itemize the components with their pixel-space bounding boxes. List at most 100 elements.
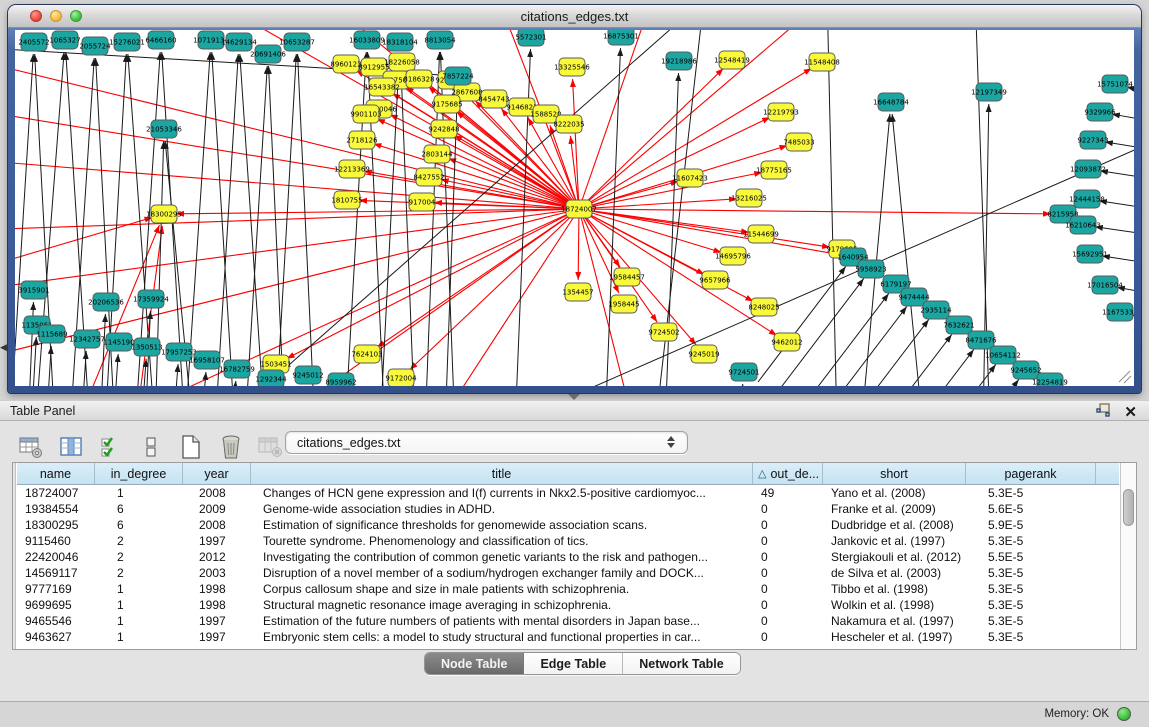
graph-node-label: 7485033 <box>783 139 814 147</box>
graph-node-label: 18724007 <box>561 206 597 214</box>
citation-edge-black[interactable] <box>201 372 206 386</box>
column-header-year[interactable]: year <box>183 463 251 484</box>
citation-edge-red[interactable] <box>573 79 579 209</box>
tab-network-table[interactable]: Network Table <box>623 653 740 674</box>
cell-pagerank: 5.3E-5 <box>966 534 1096 548</box>
citation-edge-red[interactable] <box>435 209 579 386</box>
citation-edge-black[interactable] <box>173 364 178 386</box>
citation-edge-black[interactable] <box>400 54 415 386</box>
citation-edge-red[interactable] <box>15 209 579 290</box>
citation-edge-black[interactable] <box>758 267 846 382</box>
table-row[interactable]: 1938455462009Genome-wide association stu… <box>17 501 1119 517</box>
table-row[interactable]: 911546021997Tourette syndrome. Phenomeno… <box>17 533 1119 549</box>
citation-edge-red[interactable] <box>578 209 579 280</box>
graph-node-label: 16543382 <box>364 84 400 92</box>
citation-edge-black[interactable] <box>28 302 33 386</box>
table-settings-icon[interactable] <box>18 434 44 460</box>
cell-in_degree: 1 <box>95 614 183 628</box>
cell-out_de: 0 <box>753 582 823 596</box>
column-header-out_de[interactable]: △out_de... <box>753 463 823 484</box>
graph-node-label: 10654112 <box>985 352 1021 360</box>
table-row[interactable]: 946362711997Embryonic stem cells: a mode… <box>17 629 1119 645</box>
graph-node-label: 9245019 <box>688 351 719 359</box>
column-header-title[interactable]: title <box>251 463 753 484</box>
table-row[interactable]: 2242004622012Investigating the contribut… <box>17 549 1119 565</box>
table-row[interactable]: 977716911998Corpus callosum shape and si… <box>17 581 1119 597</box>
cell-pagerank: 5.9E-5 <box>966 518 1096 532</box>
table-row[interactable]: 946554611997Estimation of the future num… <box>17 613 1119 629</box>
graph-node-label: 14629134 <box>221 39 257 47</box>
citation-edge-black[interactable] <box>819 307 907 386</box>
float-panel-icon[interactable] <box>1096 403 1111 422</box>
delete-table-icon[interactable] <box>218 434 244 460</box>
column-settings-icon[interactable] <box>58 434 84 460</box>
vertical-scrollbar[interactable] <box>1120 463 1136 649</box>
table-header-row: namein_degreeyeartitle△out_de...shortpag… <box>17 463 1119 485</box>
network-canvas[interactable]: 1872400789601238912955182260589127502818… <box>15 30 1134 386</box>
cell-title: Changes of HCN gene expression and I(f) … <box>251 486 753 500</box>
table-source-value: citations_edges.txt <box>297 436 401 450</box>
close-panel-icon[interactable]: ✕ <box>1124 405 1137 421</box>
citation-edge-black[interactable] <box>113 354 118 386</box>
citation-edge-black[interactable] <box>892 114 923 386</box>
citation-edge-black[interactable] <box>215 54 238 386</box>
citation-edge-black[interactable] <box>345 52 366 386</box>
citation-edge-black[interactable] <box>46 346 51 386</box>
citation-edge-black[interactable] <box>185 52 210 386</box>
table-row[interactable]: 969969511998Structural magnetic resonanc… <box>17 597 1119 613</box>
citation-edge-black[interactable] <box>81 351 86 386</box>
graph-node-label: 19584457 <box>609 274 645 282</box>
scrollbar-thumb[interactable] <box>1123 489 1134 526</box>
cell-pagerank: 5.3E-5 <box>966 582 1096 596</box>
column-header-pagerank[interactable]: pagerank <box>966 463 1096 484</box>
table-source-select[interactable]: citations_edges.txt <box>285 431 688 454</box>
citation-edge-black[interactable] <box>15 54 33 386</box>
cell-pagerank: 5.6E-5 <box>966 502 1096 516</box>
citation-network-graph[interactable]: 1872400789601238912955182260589127502818… <box>15 30 1134 386</box>
citation-edge-black[interactable] <box>269 66 285 386</box>
column-header-short[interactable]: short <box>823 463 966 484</box>
citation-edge-black[interactable] <box>931 380 1019 386</box>
citation-edge-red[interactable] <box>579 30 655 209</box>
citation-edge-red[interactable] <box>579 209 1051 214</box>
network-view-window: citations_edges.txt 18724007896012389129… <box>8 5 1141 393</box>
citation-edge-black[interactable] <box>245 66 267 386</box>
graph-node-label: 20206536 <box>88 299 124 307</box>
graph-node-label: 9724501 <box>728 369 759 377</box>
graph-node-label: 5572301 <box>515 34 546 42</box>
graph-node-label: 11607423 <box>672 175 708 183</box>
citation-edge-black[interactable] <box>827 30 837 386</box>
citation-edge-red[interactable] <box>410 209 579 370</box>
graph-node-label: 8960123 <box>330 61 361 69</box>
graph-node-label: 16033809 <box>349 37 385 45</box>
citation-edge-black[interactable] <box>776 279 864 386</box>
table-row[interactable]: 1456911722003Disruption of a novel membe… <box>17 565 1119 581</box>
cell-short: Stergiakouli et al. (2012) <box>823 550 966 564</box>
table-row[interactable]: 1830029562008Estimation of significance … <box>17 517 1119 533</box>
citation-edge-black[interactable] <box>605 48 621 386</box>
citation-edge-red[interactable] <box>579 68 812 209</box>
row-height-icon[interactable] <box>138 434 164 460</box>
citation-edge-red[interactable] <box>579 209 841 255</box>
citation-edge-red[interactable] <box>579 68 723 209</box>
graph-node-label: 16875301 <box>603 33 639 41</box>
column-header-in_degree[interactable]: in_degree <box>95 463 183 484</box>
select-columns-icon[interactable] <box>98 434 124 460</box>
citation-edge-black[interactable] <box>864 335 952 386</box>
tab-edge-table[interactable]: Edge Table <box>524 653 623 674</box>
graph-node-label: 9724502 <box>648 329 679 337</box>
citation-edge-black[interactable] <box>738 384 743 386</box>
tab-node-table[interactable]: Node Table <box>425 653 524 674</box>
cell-in_degree: 1 <box>95 598 183 612</box>
cell-year: 1997 <box>183 630 251 644</box>
cell-year: 1998 <box>183 582 251 596</box>
citation-edge-black[interactable] <box>886 350 974 386</box>
citation-edge-black[interactable] <box>212 52 235 386</box>
table-row[interactable]: 1872400712008Changes of HCN gene express… <box>17 485 1119 501</box>
network-window-titlebar[interactable]: citations_edges.txt <box>8 5 1141 28</box>
canvas-resize-grip[interactable] <box>1119 371 1131 383</box>
citation-edge-black[interactable] <box>100 314 105 386</box>
graph-node-label: 2055724 <box>79 43 111 51</box>
new-table-icon[interactable] <box>178 434 204 460</box>
column-header-name[interactable]: name <box>17 463 95 484</box>
